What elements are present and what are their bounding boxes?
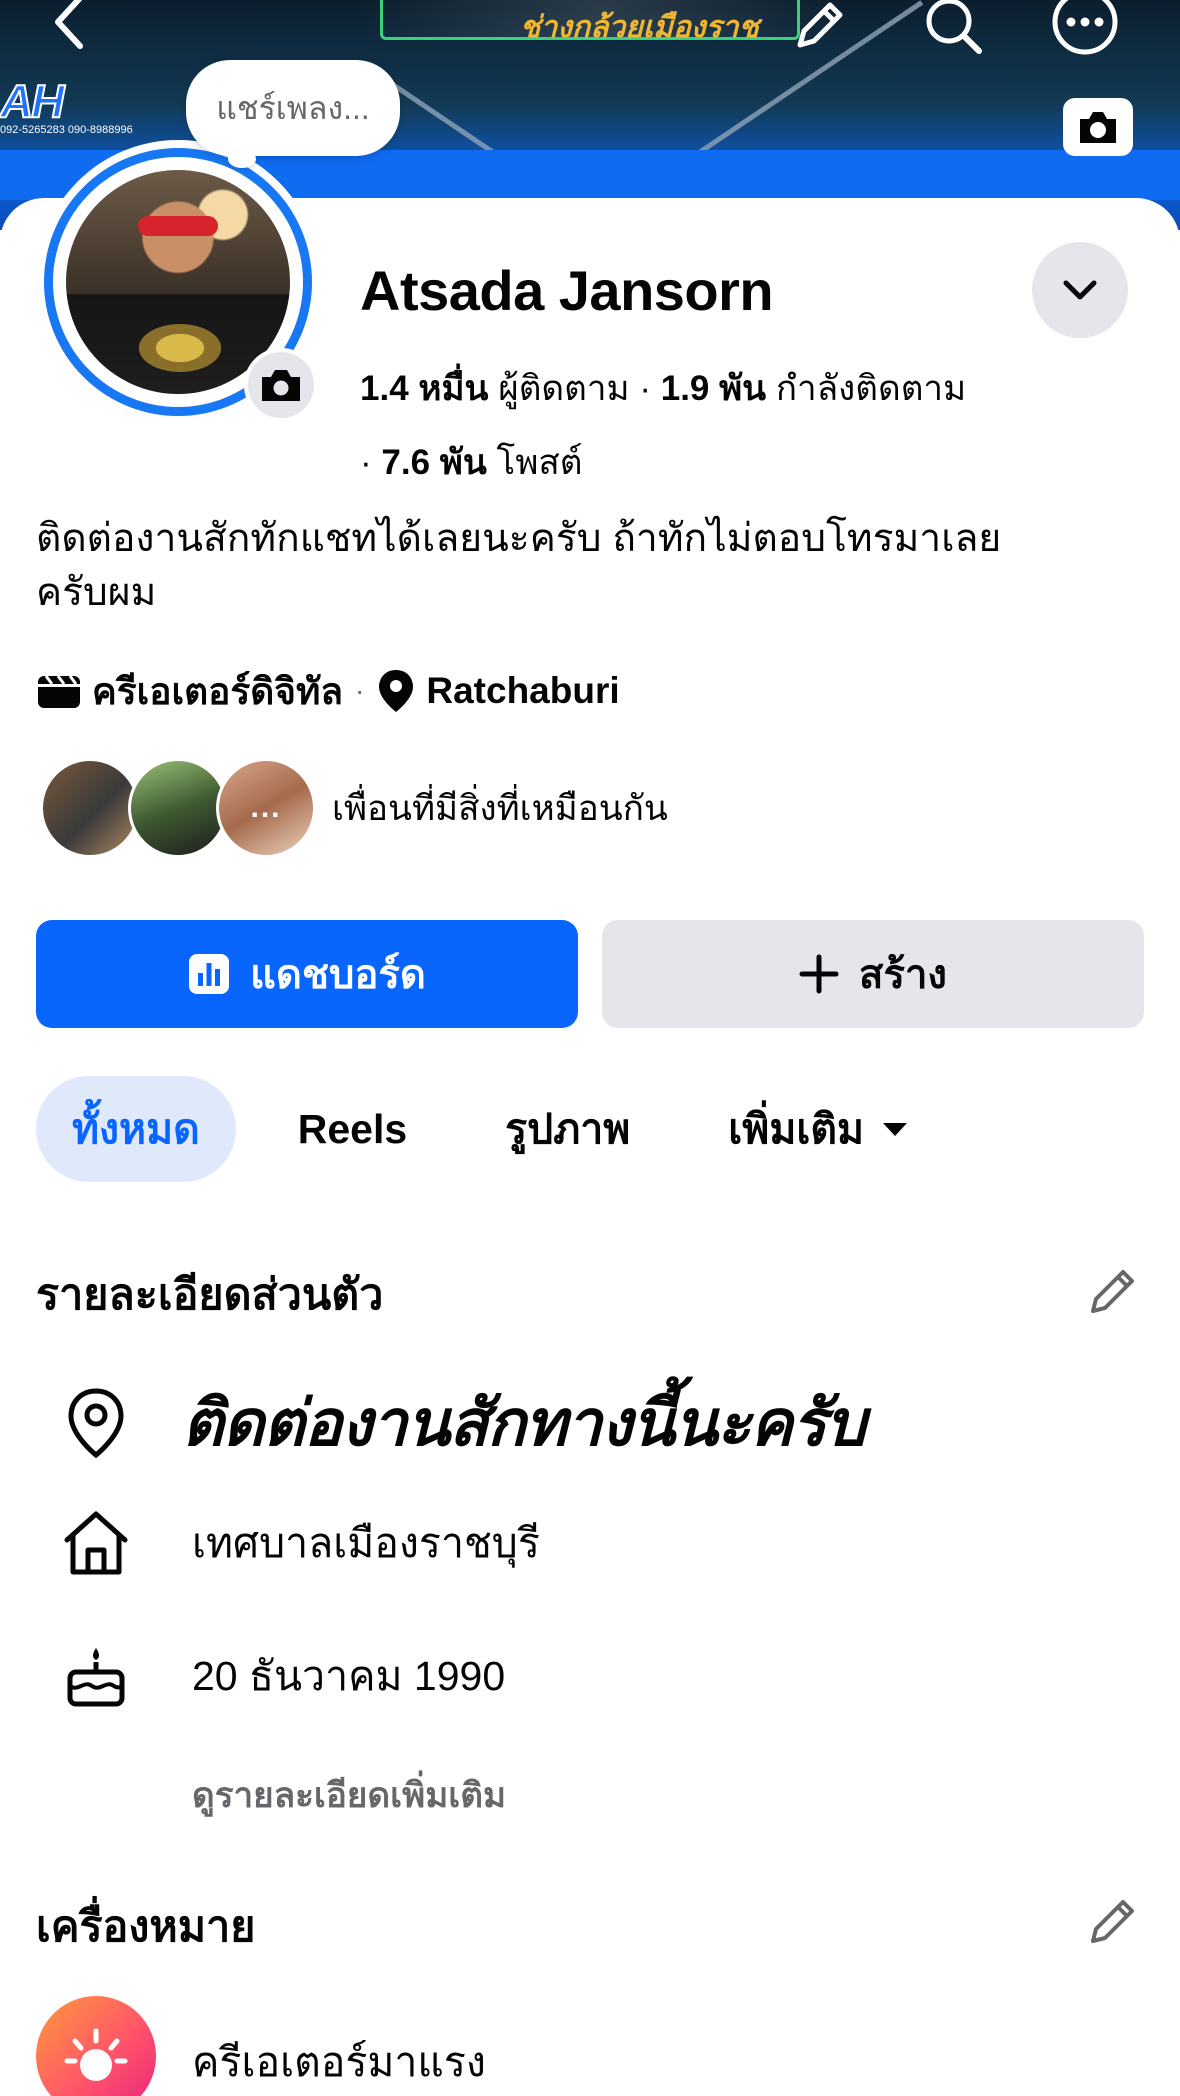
mutual-friends[interactable]: ... เพื่อนที่มีสิ่งที่เหมือนกัน <box>40 758 668 858</box>
pencil-icon <box>1091 1900 1134 1943</box>
location-pin-icon <box>376 668 416 714</box>
profile-meta: ครีเอเตอร์ดิจิทัล · Ratchaburi <box>36 666 620 716</box>
cover-logo: AH <box>0 74 65 128</box>
chevron-left-icon <box>55 0 83 49</box>
chevron-down-icon <box>1063 280 1097 300</box>
home-icon <box>58 1505 134 1581</box>
tab-more[interactable]: เพิ่มเติม <box>692 1076 946 1182</box>
stat-separator: · <box>639 369 661 408</box>
mutual-friend-avatar <box>128 758 228 858</box>
avatar-detail <box>138 216 218 236</box>
more-dots: ... <box>250 791 282 824</box>
following-label: กำลังติดตาม <box>775 369 967 408</box>
mutual-friends-label: เพื่อนที่มีสิ่งที่เหมือนกัน <box>332 788 668 828</box>
contact-text: ติดต่องานสักทางนี้นะครับ <box>182 1387 866 1459</box>
create-label: สร้าง <box>859 953 947 997</box>
stat-separator: · <box>360 443 382 482</box>
details-title: รายละเอียดส่วนตัว <box>36 1271 384 1319</box>
detail-birthday: 20 ธันวาคม 1990 <box>58 1638 505 1714</box>
following-stat[interactable]: 1.9 พัน กำลังติดตาม <box>661 369 966 408</box>
tab-label: Reels <box>297 1105 408 1152</box>
camera-icon <box>262 370 300 401</box>
sunrise-icon <box>64 2028 128 2081</box>
search-button[interactable] <box>920 0 986 60</box>
tab-all[interactable]: ทั้งหมด <box>36 1076 236 1182</box>
meta-separator: · <box>355 675 365 706</box>
tab-photos[interactable]: รูปภาพ <box>469 1076 666 1182</box>
avatar-camera-button[interactable] <box>244 348 318 422</box>
edit-profile-button[interactable] <box>785 0 851 60</box>
profile-tabs: ทั้งหมด Reels รูปภาพ เพิ่มเติม <box>36 1076 972 1182</box>
pencil-icon <box>1091 1270 1134 1313</box>
profile-bio: ติดต่องานสักทักแชทได้เลยนะครับ ถ้าทักไม่… <box>36 512 1146 620</box>
plus-icon <box>799 954 839 994</box>
more-button[interactable] <box>1050 0 1120 64</box>
pencil-icon <box>797 2 843 48</box>
location-label[interactable]: Ratchaburi <box>426 670 619 712</box>
bar-chart-icon <box>188 953 230 995</box>
bio-line: ครับผม <box>36 571 157 614</box>
tab-label: ทั้งหมด <box>72 1105 200 1152</box>
posts-count: 7.6 พัน <box>381 443 487 482</box>
followers-count: 1.4 หมื่น <box>360 369 489 408</box>
followers-label: ผู้ติดตาม <box>498 369 630 408</box>
cover-shop-text: ช่างกล้วยเมืองราช <box>520 11 759 44</box>
badges-title: เครื่องหมาย <box>36 1903 256 1951</box>
edit-badges-button[interactable] <box>1080 1890 1144 1954</box>
create-button[interactable]: สร้าง <box>602 920 1144 1028</box>
tab-reels[interactable]: Reels <box>262 1076 443 1182</box>
tab-label: เพิ่มเติม <box>728 1105 865 1152</box>
profile-options-button[interactable] <box>1032 242 1128 338</box>
cake-icon <box>58 1638 134 1714</box>
dashboard-button[interactable]: แดชบอร์ด <box>36 920 578 1028</box>
cover-phone-text: 092-5265283 090-8988996 <box>0 124 133 136</box>
birthday-text: 20 ธันวาคม 1990 <box>192 1652 506 1699</box>
mutual-friend-avatar <box>40 758 140 858</box>
following-count: 1.9 พัน <box>660 369 767 408</box>
avatar-detail <box>132 320 228 376</box>
back-button[interactable] <box>40 0 100 52</box>
tab-label: รูปภาพ <box>505 1105 631 1152</box>
bio-line: ติดต่องานสักทักแชทได้เลยนะครับ ถ้าทักไม่… <box>36 517 1002 560</box>
location-pin-icon <box>58 1385 134 1461</box>
edit-details-button[interactable] <box>1080 1260 1144 1324</box>
camera-icon <box>1080 112 1116 143</box>
see-more-details-link[interactable]: ดูรายละเอียดเพิ่มเติม <box>192 1768 506 1823</box>
search-icon <box>926 0 982 54</box>
posts-stat[interactable]: 7.6 พัน โพสต์ <box>381 443 582 482</box>
followers-stat[interactable]: 1.4 หมื่น ผู้ติดตาม <box>360 369 630 408</box>
profile-name: Atsada Jansorn <box>360 259 774 322</box>
category-label: ครีเอเตอร์ดิจิทัล <box>92 670 344 712</box>
badge-label: ครีเอเตอร์มาแรง <box>192 2039 486 2085</box>
dashboard-label: แดชบอร์ด <box>250 953 426 997</box>
caret-down-icon <box>880 1120 910 1138</box>
hometown-text: เทศบาลเมืองราชบุรี <box>192 1519 540 1566</box>
share-music-bubble[interactable]: แชร์เพลง... <box>186 60 400 156</box>
bubble-tail <box>228 150 256 168</box>
cover-camera-button[interactable] <box>1063 98 1133 156</box>
detail-hometown: เทศบาลเมืองราชบุรี <box>58 1505 540 1581</box>
profile-stats: 1.4 หมื่น ผู้ติดตาม · 1.9 พัน กำลังติดตา… <box>360 352 1080 500</box>
more-horizontal-icon <box>1052 0 1118 55</box>
mutual-friend-avatar: ... <box>216 758 316 858</box>
clapperboard-icon <box>36 672 82 710</box>
posts-label: โพสต์ <box>496 443 583 482</box>
detail-contact: ติดต่องานสักทางนี้นะครับ <box>58 1372 866 1474</box>
